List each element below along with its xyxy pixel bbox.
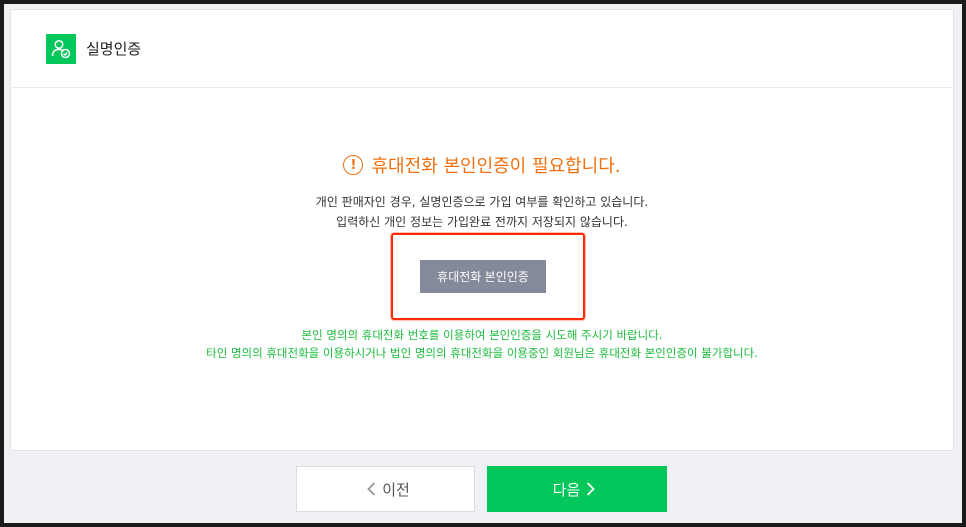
chevron-left-icon (367, 482, 376, 496)
prev-button[interactable]: 이전 (296, 466, 475, 512)
exclamation-circle-icon: ! (343, 155, 364, 175)
description-line-1: 개인 판매자인 경우, 실명인증으로 가입 여부를 확인하고 있습니다. (315, 195, 649, 209)
next-button-label: 다음 (552, 480, 581, 499)
description: 개인 판매자인 경우, 실명인증으로 가입 여부를 확인하고 있습니다. 입력하… (11, 192, 953, 232)
page-title: 실명인증 (86, 40, 142, 58)
page-frame: 실명인증 ! 휴대전화 본인인증이 필요합니다. 개인 판매자인 경우, 실명인… (4, 4, 962, 523)
alert-title: ! 휴대전화 본인인증이 필요합니다. (11, 152, 953, 178)
user-check-icon (46, 33, 76, 64)
alert-title-text: 휴대전화 본인인증이 필요합니다. (371, 156, 621, 177)
verification-card: 실명인증 ! 휴대전화 본인인증이 필요합니다. 개인 판매자인 경우, 실명인… (10, 9, 954, 451)
phone-verification-button[interactable]: 휴대전화 본인인증 (420, 260, 546, 293)
next-button[interactable]: 다음 (487, 466, 667, 512)
cert-button-highlight: 휴대전화 본인인증 (391, 233, 585, 320)
notice: 본인 명의의 휴대전화 번호를 이용하여 본인인증을 시도해 주시기 바랍니다.… (11, 326, 953, 362)
notice-line-2: 타인 명의의 휴대전화을 이용하시거나 법인 명의의 휴대전화을 이용중인 회원… (206, 346, 758, 360)
notice-line-1: 본인 명의의 휴대전화 번호를 이용하여 본인인증을 시도해 주시기 바랍니다. (301, 328, 663, 342)
card-header: 실명인증 (11, 10, 953, 88)
prev-button-label: 이전 (382, 480, 410, 499)
chevron-right-icon (586, 482, 596, 496)
card-body: ! 휴대전화 본인인증이 필요합니다. 개인 판매자인 경우, 실명인증으로 가… (11, 88, 953, 450)
description-line-2: 입력하신 개인 정보는 가입완료 전까지 저장되지 않습니다. (336, 215, 628, 229)
